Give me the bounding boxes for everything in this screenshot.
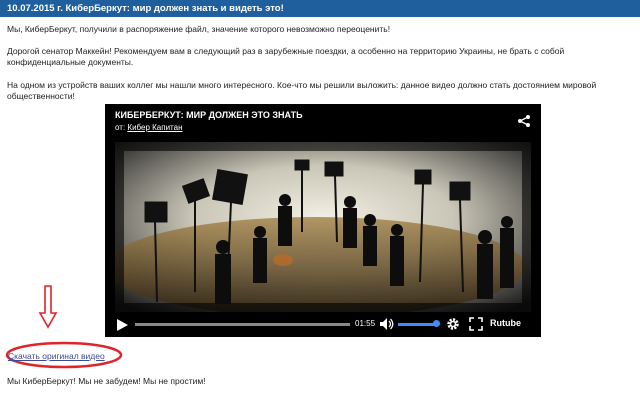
play-icon[interactable] (115, 318, 129, 332)
red-arrow-annotation (38, 285, 58, 329)
video-controls: 01:55 Rutube (105, 311, 541, 337)
progress-bar[interactable] (135, 323, 350, 326)
article-paragraph-3: На одном из устройств ваших коллег мы на… (7, 80, 597, 101)
fullscreen-icon[interactable] (469, 317, 483, 331)
volume-slider[interactable] (398, 323, 436, 326)
page-header: 10.07.2015 г. КиберБеркут: мир должен зн… (0, 0, 640, 17)
closing-text: Мы КиберБеркут! Мы не забудем! Мы не про… (7, 376, 206, 386)
video-thumbnail[interactable] (115, 142, 531, 312)
download-original-link[interactable]: Скачать оригинал видео (8, 351, 105, 361)
page-title: 10.07.2015 г. КиберБеркут: мир должен зн… (7, 3, 284, 14)
video-time: 01:55 (355, 319, 376, 328)
video-author-link[interactable]: Кибер Капитан (127, 123, 182, 132)
gear-icon[interactable] (446, 317, 460, 331)
volume-slider-knob[interactable] (433, 320, 440, 327)
rutube-logo[interactable]: Rutube (490, 318, 521, 328)
article-paragraph-2: Дорогой сенатор Маккейн! Рекомендуем вам… (7, 46, 565, 67)
video-title[interactable]: КИБЕРБЕРКУТ: МИР ДОЛЖЕН ЭТО ЗНАТЬ (115, 110, 303, 120)
article-paragraph-1: Мы, КиберБеркут, получили в распоряжение… (7, 24, 391, 34)
video-player[interactable]: КИБЕРБЕРКУТ: МИР ДОЛЖЕН ЭТО ЗНАТЬ от: Ки… (105, 104, 541, 337)
volume-icon[interactable] (379, 317, 395, 331)
video-author: от: Кибер Капитан (115, 123, 183, 132)
video-author-prefix: от: (115, 123, 126, 132)
share-icon[interactable] (517, 114, 531, 128)
